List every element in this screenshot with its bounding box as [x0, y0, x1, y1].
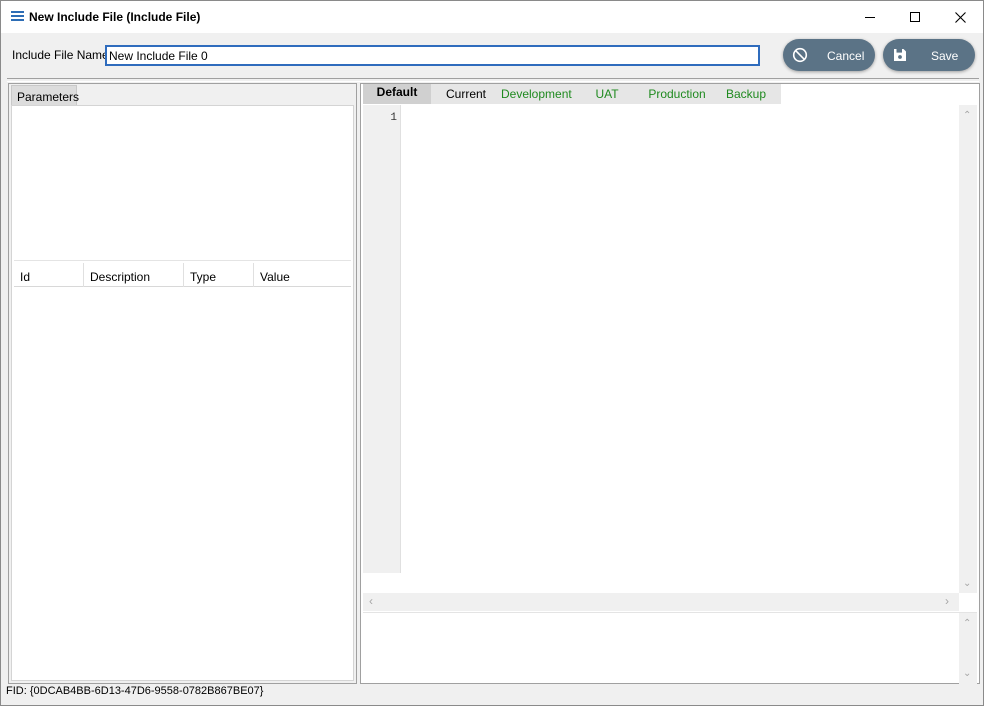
scroll-right-icon[interactable]: ›: [945, 595, 949, 607]
tab-production[interactable]: Production: [643, 84, 711, 104]
line-number: 1: [390, 112, 397, 124]
tab-default[interactable]: Default: [363, 84, 431, 104]
include-file-window: New Include File (Include File) Include …: [0, 0, 984, 706]
close-icon: [954, 11, 966, 23]
save-button-label: Save: [931, 49, 959, 63]
maximize-icon: [910, 12, 920, 22]
title-bar[interactable]: New Include File (Include File): [1, 1, 983, 33]
output-vertical-scrollbar[interactable]: ⌃ ⌄: [959, 613, 977, 684]
cancel-circle-icon: [792, 47, 808, 63]
header-separator: [7, 78, 979, 82]
close-button[interactable]: [937, 1, 983, 33]
include-file-name-input[interactable]: [105, 45, 760, 66]
scroll-left-icon[interactable]: ‹: [369, 595, 373, 607]
parameters-body: Id Description Type Value: [11, 105, 354, 681]
scroll-down-icon[interactable]: ⌄: [963, 579, 971, 589]
parameters-grid-header: Id Description Type Value: [14, 263, 351, 287]
cancel-button[interactable]: Cancel: [783, 39, 875, 71]
scroll-up-icon[interactable]: ⌃: [963, 111, 971, 121]
menu-lines-icon: [11, 11, 24, 22]
cancel-button-label: Cancel: [827, 49, 865, 63]
tab-parameters[interactable]: Parameters: [11, 85, 79, 105]
editor-vertical-scrollbar[interactable]: ⌃ ⌄: [959, 105, 977, 593]
column-header-value[interactable]: Value: [254, 263, 351, 287]
minimize-icon: [865, 16, 875, 18]
parameters-panel: Parameters Id Description Type Value: [8, 83, 357, 684]
editor-horizontal-scrollbar[interactable]: ‹ ›: [363, 593, 959, 611]
minimize-button[interactable]: [847, 1, 893, 33]
column-header-id[interactable]: Id: [14, 263, 84, 287]
parameter-editor-area[interactable]: [14, 109, 351, 261]
parameters-grid-body[interactable]: [14, 287, 351, 678]
floppy-disk-icon: [894, 49, 906, 61]
output-area[interactable]: ⌃ ⌄: [363, 612, 977, 684]
scroll-up-icon[interactable]: ⌃: [963, 619, 971, 629]
environment-tabs: Default Current Development UAT Producti…: [363, 84, 781, 104]
column-header-type[interactable]: Type: [184, 263, 254, 287]
tab-current[interactable]: Current: [431, 84, 501, 104]
tab-backup[interactable]: Backup: [711, 84, 781, 104]
column-header-description[interactable]: Description: [84, 263, 184, 287]
maximize-button[interactable]: [892, 1, 938, 33]
tab-uat[interactable]: UAT: [571, 84, 643, 104]
save-button[interactable]: Save: [883, 39, 975, 71]
tab-development[interactable]: Development: [501, 84, 572, 104]
scroll-down-icon[interactable]: ⌄: [963, 669, 971, 679]
file-id-status: FID: {0DCAB4BB-6D13-47D6-9558-0782B867BE…: [6, 685, 264, 697]
include-file-name-label: Include File Name: [12, 48, 109, 62]
code-editor[interactable]: 1 ⌃ ⌄ ‹ ›: [363, 105, 977, 611]
window-title: New Include File (Include File): [29, 10, 201, 24]
line-number-gutter: 1: [363, 105, 401, 573]
code-panel: Default Current Development UAT Producti…: [360, 83, 980, 684]
